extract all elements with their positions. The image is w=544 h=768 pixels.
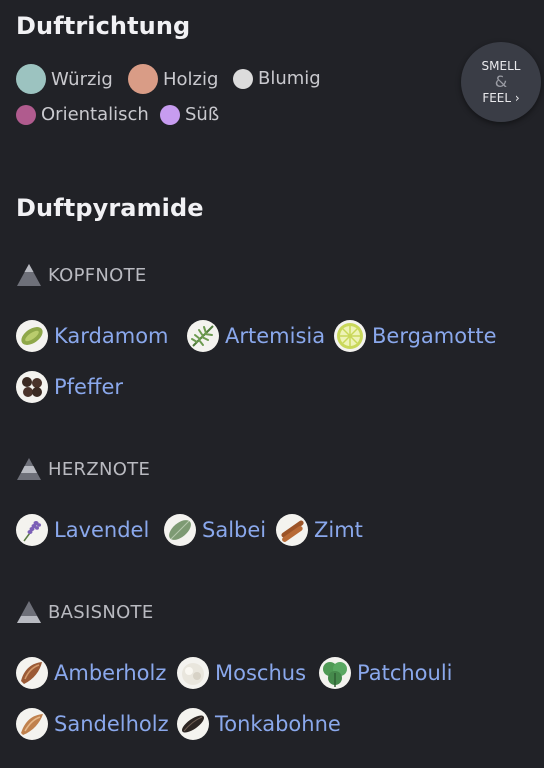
wuerzig-color-dot: [16, 64, 46, 94]
ingredient-label: Tonkabohne: [215, 712, 341, 736]
ingredient-label: Pfeffer: [54, 375, 123, 399]
heart-note-label: HERZNOTE: [48, 458, 151, 480]
ingredient-salbei[interactable]: Salbei: [164, 514, 266, 546]
base-note-heading: BASISNOTE: [16, 599, 154, 625]
pyramid-base-icon: [17, 601, 41, 623]
ingredient-label: Zimt: [314, 518, 363, 542]
cinnamon-icon: [276, 514, 308, 546]
legend-item-wuerzig: Würzig: [16, 64, 113, 94]
ingredient-lavendel[interactable]: Lavendel: [16, 514, 149, 546]
ingredient-zimt[interactable]: Zimt: [276, 514, 363, 546]
ingredient-label: Artemisia: [225, 324, 326, 348]
tonka-bean-icon: [177, 708, 209, 740]
ingredient-sandelholz[interactable]: Sandelholz: [16, 708, 169, 740]
pyramid-top-icon: [17, 264, 41, 286]
feel-label: FEEL ›: [482, 91, 520, 105]
orientalisch-color-dot: [16, 104, 36, 125]
artemisia-icon: [187, 320, 219, 352]
ingredient-label: Moschus: [215, 661, 307, 685]
legend-label: Holzig: [163, 68, 219, 90]
ingredient-label: Lavendel: [54, 518, 150, 542]
legend-label: Blumig: [258, 68, 321, 89]
musk-icon: [177, 657, 209, 689]
legend-label: Würzig: [51, 68, 113, 90]
legend-item-blumig: Blumig: [233, 68, 321, 89]
base-note-label: BASISNOTE: [48, 601, 154, 623]
ingredient-patchouli[interactable]: Patchouli: [319, 657, 453, 689]
pyramid-title: Duftpyramide: [16, 194, 204, 222]
patchouli-icon: [319, 657, 351, 689]
blumig-color-dot: [233, 68, 253, 89]
top-note-heading: KOPFNOTE: [16, 262, 147, 288]
holzig-color-dot: [128, 64, 158, 94]
scent-direction-title: Duftrichtung: [16, 12, 191, 40]
legend-label: Süß: [185, 104, 220, 125]
ampersand-label: &: [494, 72, 508, 91]
amberwood-icon: [16, 657, 48, 689]
ingredient-label: Amberholz: [54, 661, 167, 685]
ingredient-amberholz[interactable]: Amberholz: [16, 657, 166, 689]
ingredient-label: Kardamom: [54, 324, 169, 348]
ingredient-label: Patchouli: [357, 661, 453, 685]
heart-note-heading: HERZNOTE: [16, 456, 150, 482]
ingredient-artemisia[interactable]: Artemisia: [187, 320, 325, 352]
suess-color-dot: [160, 104, 180, 125]
ingredient-tonkabohne[interactable]: Tonkabohne: [177, 708, 341, 740]
legend-item-holzig: Holzig: [128, 64, 218, 94]
ingredient-kardamom[interactable]: Kardamom: [16, 320, 169, 352]
sandalwood-icon: [16, 708, 48, 740]
pyramid-middle-icon: [17, 458, 41, 480]
lavender-icon: [16, 514, 48, 546]
ingredient-label: Bergamotte: [372, 324, 497, 348]
legend-item-suess: Süß: [160, 104, 219, 125]
legend-label: Orientalisch: [41, 104, 149, 125]
top-note-label: KOPFNOTE: [48, 264, 147, 286]
smell-and-feel-button[interactable]: SMELL & FEEL ›: [461, 42, 541, 122]
pepper-icon: [16, 371, 48, 403]
ingredient-bergamotte[interactable]: Bergamotte: [334, 320, 496, 352]
ingredient-label: Salbei: [202, 518, 267, 542]
cardamom-icon: [16, 320, 48, 352]
ingredient-moschus[interactable]: Moschus: [177, 657, 306, 689]
ingredient-label: Sandelholz: [54, 712, 169, 736]
legend-item-orientalisch: Orientalisch: [16, 104, 149, 125]
ingredient-pfeffer[interactable]: Pfeffer: [16, 371, 123, 403]
bergamot-icon: [334, 320, 366, 352]
sage-icon: [164, 514, 196, 546]
